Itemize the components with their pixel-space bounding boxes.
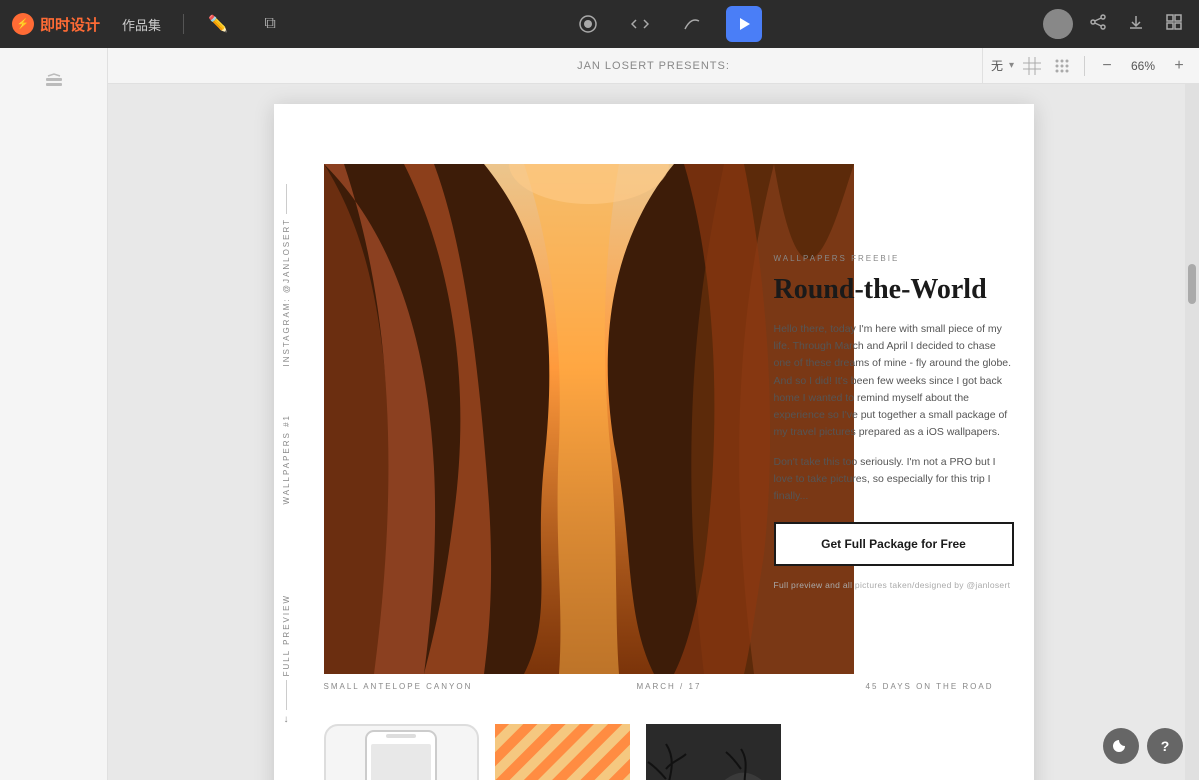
wallpapers-label: WALLPAPERS #1 (282, 414, 291, 504)
app-logo[interactable]: ⚡ 即时设计 (12, 13, 100, 35)
zoom-out-button[interactable]: − (1095, 54, 1119, 78)
main-layout: JAN LOSERT PRESENTS: 无 ▾ − 66% + (0, 48, 1199, 780)
nav-divider-1 (183, 14, 184, 34)
navbar: ⚡ 即时设计 作品集 ✏️ ⧉ (0, 0, 1199, 48)
cta-button[interactable]: Get Full Package for Free (774, 522, 1014, 566)
bottom-thumbnails (324, 724, 781, 780)
article-body-1: Hello there, today I'm here with small p… (774, 321, 1014, 442)
logo-icon: ⚡ (12, 13, 34, 35)
code-icon-btn[interactable] (622, 6, 658, 42)
navbar-right (1043, 9, 1187, 40)
edit-icon-btn[interactable]: ✏️ (200, 6, 236, 42)
download-icon[interactable] (1123, 9, 1149, 40)
category-label: WALLPAPERS FREEBIE (774, 254, 1014, 263)
orange-stripes-svg (495, 724, 630, 780)
canvas-area[interactable]: JAN LOSERT PRESENTS: 无 ▾ − 66% + (108, 48, 1199, 780)
play-icon-btn[interactable] (726, 6, 762, 42)
instagram-label: INSTAGRAM: @JANLOSERT (282, 218, 291, 367)
left-sidebar (0, 48, 108, 780)
canvas-scroll-content[interactable]: INSTAGRAM: @JANLOSERT WALLPAPERS #1 FULL… (108, 84, 1199, 780)
scrollbar-track[interactable] (1185, 84, 1199, 780)
bottom-right-controls: ? (1103, 728, 1183, 764)
grid-none-label[interactable]: 无 (991, 57, 1003, 74)
label-line-bottom-preview (286, 680, 287, 710)
article-body-2: Don't take this too seriously. I'm not a… (774, 454, 1014, 506)
location-label: SMALL ANTELOPE CANYON (324, 682, 473, 691)
path-icon-btn[interactable] (674, 6, 710, 42)
app-name: 即时设计 (40, 14, 100, 35)
design-canvas: INSTAGRAM: @JANLOSERT WALLPAPERS #1 FULL… (274, 104, 1034, 780)
instagram-label-group: INSTAGRAM: @JANLOSERT (282, 184, 291, 367)
date-label: MARCH / 17 (472, 682, 865, 691)
zoom-divider (1084, 56, 1085, 76)
dot-grid-icon[interactable] (1050, 54, 1074, 78)
zoom-in-button[interactable]: + (1167, 54, 1191, 78)
phone-svg (361, 729, 441, 780)
dark-mode-button[interactable] (1103, 728, 1139, 764)
hatch-grid-icon[interactable] (1020, 54, 1044, 78)
nav-portfolio[interactable]: 作品集 (116, 11, 167, 38)
scrollbar-thumb[interactable] (1188, 264, 1196, 304)
copy-icon-btn[interactable]: ⧉ (252, 6, 288, 42)
down-arrow-icon: ↓ (284, 714, 289, 725)
dark-landscape-thumb (646, 724, 781, 780)
label-line-top-insta (286, 184, 287, 214)
article-footer: Full preview and all pictures taken/desi… (774, 580, 1014, 590)
user-avatar[interactable] (1043, 9, 1073, 39)
help-icon: ? (1161, 738, 1170, 754)
article-panel: WALLPAPERS FREEBIE Round-the-World Hello… (774, 104, 1014, 590)
zoom-controls: 无 ▾ − 66% + (982, 48, 1199, 84)
help-button[interactable]: ? (1147, 728, 1183, 764)
full-preview-label-group: FULL PREVIEW ↓ (282, 594, 291, 725)
navbar-center (304, 6, 1027, 42)
zoom-level: 66% (1125, 59, 1161, 73)
full-preview-label: FULL PREVIEW (282, 594, 291, 676)
presenter-text: JAN LOSERT PRESENTS: (577, 60, 730, 72)
comment-icon-btn[interactable] (570, 6, 606, 42)
layout-icon[interactable] (1161, 9, 1187, 40)
orange-stripes-thumb (495, 724, 630, 780)
dark-landscape-svg (646, 724, 781, 780)
grid-none-chevron[interactable]: ▾ (1009, 60, 1014, 71)
share-icon[interactable] (1085, 9, 1111, 40)
layers-icon[interactable] (36, 64, 72, 100)
top-bar: JAN LOSERT PRESENTS: 无 ▾ − 66% + (108, 48, 1199, 84)
days-label: 45 DAYS ON THE ROAD (866, 682, 994, 691)
wallpapers-label-group: WALLPAPERS #1 (282, 414, 291, 504)
bottom-labels-row: SMALL ANTELOPE CANYON MARCH / 17 45 DAYS… (324, 682, 994, 691)
phone-mockup (324, 724, 479, 780)
article-title: Round-the-World (774, 273, 1014, 307)
